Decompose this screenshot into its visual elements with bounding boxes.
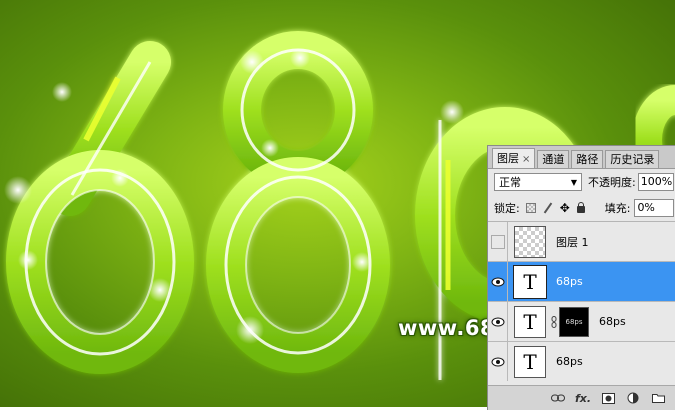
lock-pixels-icon[interactable] (543, 203, 553, 213)
tab-label: 图层 (497, 152, 519, 165)
layer-mask-thumbnail[interactable]: 68ps (559, 306, 589, 337)
layer-row[interactable]: T 68ps (488, 342, 675, 381)
chevron-down-icon: ▼ (570, 177, 577, 187)
blend-mode-value: 正常 (499, 176, 521, 189)
tab-label: 路径 (576, 153, 599, 166)
adjustment-layer-icon[interactable] (625, 391, 641, 405)
link-icon[interactable] (549, 315, 559, 328)
add-mask-icon[interactable] (600, 391, 616, 405)
visibility-toggle[interactable] (488, 222, 508, 261)
layer-name: 68ps (599, 315, 626, 328)
layer-row-selected[interactable]: T 68ps (488, 262, 675, 302)
layers-panel: 图层 × 通道 路径 历史记录 正常 ▼ 不透明度: 100% 锁定: ✥ 填充:… (487, 145, 675, 410)
lock-fill-row: 锁定: ✥ 填充: 0% (488, 195, 675, 222)
layer-name: 68ps (556, 275, 583, 288)
lock-position-icon[interactable]: ✥ (560, 202, 570, 214)
visibility-toggle[interactable] (488, 342, 508, 381)
visibility-toggle[interactable] (488, 262, 508, 301)
fill-input[interactable]: 0% (634, 199, 675, 217)
panel-tabs: 图层 × 通道 路径 历史记录 (488, 146, 675, 169)
lock-all-icon[interactable] (576, 202, 585, 213)
tab-label: 历史记录 (610, 153, 655, 166)
layer-thumbnail (514, 225, 546, 258)
layer-name: 图层 1 (556, 235, 589, 249)
blend-mode-select[interactable]: 正常 ▼ (494, 173, 582, 191)
eye-icon (491, 357, 504, 366)
fx-icon[interactable]: fx. (575, 391, 591, 405)
fill-label: 填充: (604, 202, 631, 215)
text-layer-thumbnail: T (514, 305, 546, 338)
tab-channels[interactable]: 通道 (537, 150, 570, 168)
opacity-label: 不透明度: (588, 176, 636, 189)
layer-row[interactable]: 图层 1 (488, 222, 675, 262)
eye-icon (491, 277, 504, 286)
tab-layers[interactable]: 图层 × (492, 148, 536, 168)
visibility-empty-icon (490, 234, 505, 249)
lock-transparent-icon[interactable] (525, 203, 536, 213)
layer-name: 68ps (556, 355, 583, 368)
link-layers-icon[interactable] (550, 391, 566, 405)
opacity-input[interactable]: 100% (637, 173, 674, 191)
layer-row[interactable]: T 68ps 68ps (488, 302, 675, 342)
tab-label: 通道 (542, 153, 565, 166)
visibility-toggle[interactable] (488, 302, 508, 341)
text-layer-thumbnail: T (514, 345, 546, 378)
close-icon[interactable]: × (522, 154, 530, 165)
tab-history[interactable]: 历史记录 (605, 150, 660, 168)
blend-opacity-row: 正常 ▼ 不透明度: 100% (488, 169, 675, 195)
glyph-6 (6, 41, 194, 374)
folder-icon[interactable] (650, 391, 666, 405)
tab-paths[interactable]: 路径 (571, 150, 604, 168)
glyph-8 (206, 31, 390, 373)
layers-bottom-bar: fx. (488, 385, 675, 410)
lock-label: 锁定: (494, 202, 520, 215)
text-layer-thumbnail: T (513, 264, 547, 299)
eye-icon (491, 317, 504, 326)
